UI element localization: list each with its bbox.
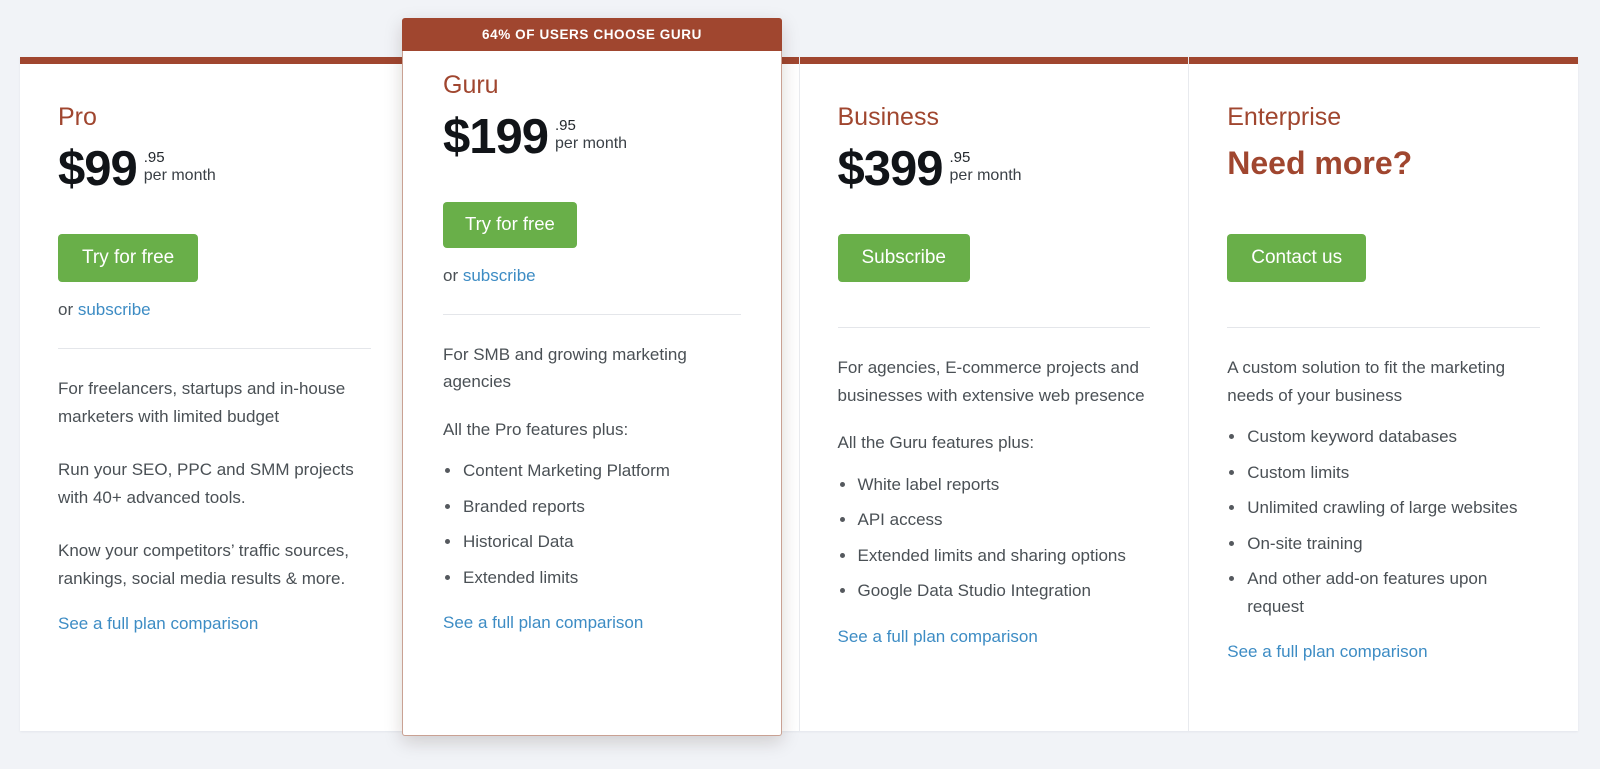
compare-wrap-enterprise: See a full plan comparison xyxy=(1227,642,1540,662)
price-cents-guru: .95 xyxy=(555,117,576,134)
price-pro: $99 .95 per month xyxy=(58,142,371,204)
plan-blurb-pro: For freelancers, startups and in-house m… xyxy=(58,379,346,426)
feature-item: White label reports xyxy=(838,471,1151,499)
plan-plus-line-business: All the Guru features plus: xyxy=(837,433,1035,453)
compare-wrap-pro: See a full plan comparison xyxy=(58,614,371,634)
featured-ribbon-badge: 64% OF USERS CHOOSE GURU xyxy=(402,18,782,51)
feature-item: Extended limits xyxy=(443,564,741,592)
price-cents-pro: .95 xyxy=(143,149,165,166)
feature-item: And other add-on features upon request xyxy=(1227,565,1540,620)
feature-list-guru: Content Marketing Platform Branded repor… xyxy=(443,457,741,591)
plan-title-business: Business xyxy=(837,103,939,131)
feature-item: Historical Data xyxy=(443,528,741,556)
divider-pro xyxy=(58,348,371,349)
compare-wrap-business: See a full plan comparison xyxy=(838,627,1151,647)
plan-column-pro: Pro $99 .95 per month Try for free or su… xyxy=(20,57,410,731)
price-cents-business: .95 xyxy=(949,149,971,166)
compare-wrap-guru: See a full plan comparison xyxy=(443,613,741,633)
divider-enterprise xyxy=(1227,327,1540,328)
plan-card-guru-body: Guru $199 .95 per month Try for free or … xyxy=(443,18,741,633)
plan-blurb3-pro: Know your competitors’ traffic sources, … xyxy=(58,541,350,588)
plan-title-enterprise: Enterprise xyxy=(1227,103,1342,131)
feature-item: Unlimited crawling of large websites xyxy=(1227,494,1540,522)
alt-prefix-pro: or xyxy=(58,300,78,319)
feature-list-business: White label reports API access Extended … xyxy=(838,471,1151,605)
price-detail-pro: .95 per month xyxy=(144,146,216,185)
plan-card-guru-featured: 64% OF USERS CHOOSE GURU Guru $199 .95 p… xyxy=(402,18,782,736)
price-guru: $199 .95 per month xyxy=(443,110,741,172)
subscribe-link-guru[interactable]: subscribe xyxy=(463,266,536,285)
plan-column-business: Business $399 .95 per month Subscribe Fo… xyxy=(800,57,1190,731)
feature-item: Branded reports xyxy=(443,493,741,521)
pricing-plan-board: Pro $99 .95 per month Try for free or su… xyxy=(20,57,1578,731)
price-period-guru: per month xyxy=(555,134,628,152)
feature-item: Content Marketing Platform xyxy=(443,457,741,485)
price-amount-pro: $99 xyxy=(58,142,138,196)
compare-plans-link-guru[interactable]: See a full plan comparison xyxy=(443,613,643,632)
feature-item: Extended limits and sharing options xyxy=(838,542,1151,570)
pricing-page: Pro $99 .95 per month Try for free or su… xyxy=(0,0,1600,769)
plan-blurb2-pro: Run your SEO, PPC and SMM projects with … xyxy=(58,460,354,507)
plan-title-guru: Guru xyxy=(443,71,499,99)
plan-blurb-enterprise: A custom solution to fit the marketing n… xyxy=(1227,358,1506,405)
feature-item: On-site training xyxy=(1227,530,1540,558)
divider-guru xyxy=(443,313,741,315)
plan-column-enterprise: Enterprise Need more? Contact us A custo… xyxy=(1189,57,1578,731)
price-detail-business: .95 per month xyxy=(950,146,1022,185)
compare-plans-link-pro[interactable]: See a full plan comparison xyxy=(58,614,258,633)
price-amount-guru: $199 xyxy=(443,110,549,164)
compare-plans-link-business[interactable]: See a full plan comparison xyxy=(838,627,1038,646)
price-amount-business: $399 xyxy=(837,142,944,196)
price-period-pro: per month xyxy=(143,166,216,184)
feature-item: Custom limits xyxy=(1227,459,1540,487)
subscribe-link-pro[interactable]: subscribe xyxy=(78,300,151,319)
compare-plans-link-enterprise[interactable]: See a full plan comparison xyxy=(1227,642,1427,661)
feature-item: Google Data Studio Integration xyxy=(838,577,1151,605)
subscribe-button-business[interactable]: Subscribe xyxy=(837,234,970,282)
plan-title-pro: Pro xyxy=(58,103,97,131)
feature-item: Custom keyword databases xyxy=(1227,423,1540,451)
plan-blurb-business: For agencies, E-commerce projects and bu… xyxy=(837,358,1145,405)
alt-subscribe-line-pro: or subscribe xyxy=(58,300,371,320)
feature-list-enterprise: Custom keyword databases Custom limits U… xyxy=(1227,423,1540,620)
alt-subscribe-line-guru: or subscribe xyxy=(443,266,741,286)
feature-item: API access xyxy=(838,506,1151,534)
plan-headline-enterprise: Need more? xyxy=(1227,145,1413,181)
plan-plus-line-guru: All the Pro features plus: xyxy=(443,419,629,439)
alt-prefix-guru: or xyxy=(443,265,463,285)
divider-business xyxy=(837,327,1151,328)
price-business: $399 .95 per month xyxy=(837,142,1151,204)
try-for-free-button-guru[interactable]: Try for free xyxy=(443,202,577,248)
try-for-free-button-pro[interactable]: Try for free xyxy=(58,234,199,282)
plan-blurb-guru: For SMB and growing marketing agencies xyxy=(443,344,687,392)
contact-us-button-enterprise[interactable]: Contact us xyxy=(1227,234,1367,282)
price-period-business: per month xyxy=(949,166,1022,184)
price-detail-guru: .95 per month xyxy=(555,114,627,153)
